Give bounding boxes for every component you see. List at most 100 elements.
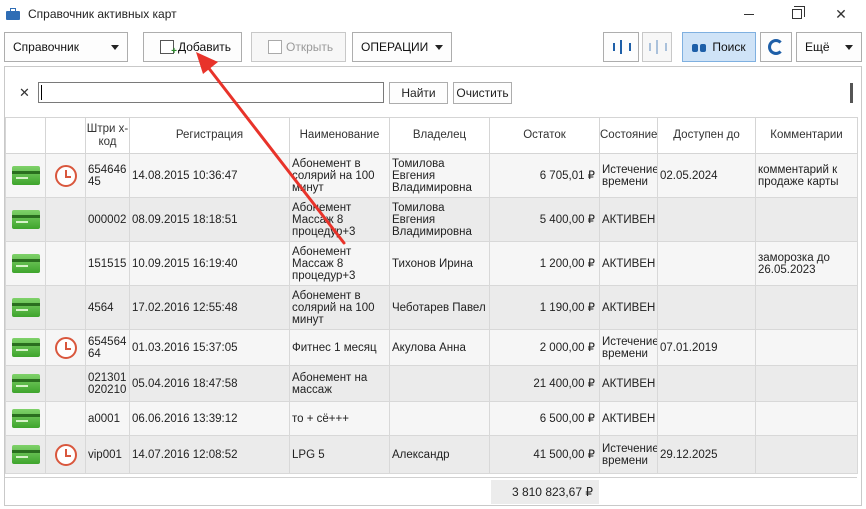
owner-cell (389, 401, 490, 436)
card-icon (11, 254, 40, 273)
find-button[interactable]: Найти (389, 82, 448, 104)
barcode-cell: 654646 45 (85, 153, 130, 198)
card-icon (11, 374, 40, 393)
registered-cell: 01.03.2016 15:37:05 (129, 329, 290, 366)
table-row[interactable]: vip001 14.07.2016 12:08:52 LPG 5 Александр 4… (5, 435, 858, 474)
search-input[interactable] (38, 82, 384, 103)
name-cell: Абонемент на массаж (289, 365, 390, 402)
scrollbar[interactable] (850, 83, 853, 103)
refresh-icon (768, 39, 784, 55)
expiry-cell (45, 241, 86, 286)
table-row[interactable]: 151515 10.09.2015 16:19:40 Абонемент Масса… (5, 241, 858, 286)
collapse-view-icon (649, 40, 667, 54)
column-header-comment[interactable]: Комментарии (755, 117, 858, 154)
table-row[interactable]: a0001 06.06.2016 13:39:12 то + сё+++ 6 500,… (5, 401, 858, 436)
collapse-view-button[interactable] (642, 32, 672, 62)
table-header: Штри х-код Регистрация Наименование Влад… (5, 117, 858, 154)
available-until-cell (657, 241, 756, 286)
balance-cell: 2 000,00 ₽ (489, 329, 600, 366)
directory-dropdown[interactable]: Справочник (4, 32, 128, 62)
minimize-button[interactable] (726, 0, 772, 28)
operations-dropdown[interactable]: ОПЕРАЦИИ (352, 32, 452, 62)
close-button[interactable]: ✕ (818, 0, 864, 28)
card-icon (11, 166, 40, 185)
balance-cell: 41 500,00 ₽ (489, 435, 600, 474)
split-view-button[interactable] (603, 32, 639, 62)
owner-cell: Александр (389, 435, 490, 474)
card-icon (11, 409, 40, 428)
close-filter-icon[interactable]: ✕ (19, 85, 30, 101)
text-cursor (41, 85, 42, 100)
card-cell (5, 435, 46, 474)
card-cell (5, 401, 46, 436)
refresh-button[interactable] (760, 32, 792, 62)
open-button-label: Открыть (286, 40, 334, 54)
column-header-owner[interactable]: Владелец (389, 117, 490, 154)
registered-cell: 14.08.2015 10:36:47 (129, 153, 290, 198)
minimize-icon (744, 13, 754, 15)
column-header-available-until[interactable]: Доступен до (657, 117, 756, 154)
column-header-status[interactable]: Состояние (599, 117, 658, 154)
balance-cell: 1 200,00 ₽ (489, 241, 600, 286)
more-dropdown[interactable]: Ещё (796, 32, 862, 62)
comment-cell (755, 329, 858, 366)
barcode-cell: 021301 020210 (85, 365, 130, 402)
owner-cell: Томилова Евгения Владимировна (389, 197, 490, 242)
barcode-cell: 654564 64 (85, 329, 130, 366)
balance-cell: 6 500,00 ₽ (489, 401, 600, 436)
expiry-cell (45, 153, 86, 198)
clear-button[interactable]: Очистить (453, 82, 512, 104)
add-button[interactable]: + Добавить (143, 32, 242, 62)
barcode-cell: 000002 (85, 197, 130, 242)
comment-cell (755, 401, 858, 436)
status-cell: АКТИВЕН (599, 365, 658, 402)
name-cell: Абонемент Массаж 8 процедур+3 (289, 197, 390, 242)
column-header-registered[interactable]: Регистрация (129, 117, 290, 154)
column-header-card-icon[interactable] (5, 117, 46, 154)
open-button[interactable]: Открыть (251, 32, 346, 62)
status-cell: АКТИВЕН (599, 285, 658, 330)
name-cell: Фитнес 1 месяц (289, 329, 390, 366)
clock-icon (54, 164, 77, 187)
balance-cell: 21 400,00 ₽ (489, 365, 600, 402)
briefcase-icon (6, 8, 20, 20)
maximize-button[interactable] (774, 0, 820, 28)
owner-cell: Чеботарев Павел (389, 285, 490, 330)
table-row[interactable]: 654564 64 01.03.2016 15:37:05 Фитнес 1 мес… (5, 329, 858, 366)
binoculars-icon (692, 42, 707, 52)
available-until-cell: 02.05.2024 (657, 153, 756, 198)
comment-cell (755, 197, 858, 242)
search-toggle-button[interactable]: Поиск (682, 32, 756, 62)
expiry-cell (45, 285, 86, 330)
table-row[interactable]: 654646 45 14.08.2015 10:36:47 Абонемент в … (5, 153, 858, 198)
expiry-cell (45, 197, 86, 242)
comment-cell (755, 435, 858, 474)
column-header-barcode[interactable]: Штри х-код (85, 117, 130, 154)
status-cell: АКТИВЕН (599, 197, 658, 242)
clock-icon (54, 336, 77, 359)
status-cell: Истечение времени (599, 329, 658, 366)
owner-cell: Тихонов Ирина (389, 241, 490, 286)
available-until-cell (657, 365, 756, 402)
registered-cell: 05.04.2016 18:47:58 (129, 365, 290, 402)
available-until-cell (657, 285, 756, 330)
directory-dropdown-label: Справочник (13, 40, 79, 54)
column-header-balance[interactable]: Остаток (489, 117, 600, 154)
card-cell (5, 241, 46, 286)
column-header-name[interactable]: Наименование (289, 117, 390, 154)
column-header-expiry-icon[interactable] (45, 117, 86, 154)
barcode-cell: 151515 (85, 241, 130, 286)
table-row[interactable]: 021301 020210 05.04.2016 18:47:58 Абонемен… (5, 365, 858, 402)
table-footer: 3 810 823,67 ₽ (5, 477, 857, 505)
table-row[interactable]: 000002 08.09.2015 18:18:51 Абонемент Масса… (5, 197, 858, 242)
window-title: Справочник активных карт (28, 7, 177, 21)
expiry-cell (45, 365, 86, 402)
title-bar: Справочник активных карт ✕ (0, 0, 866, 28)
add-button-label: Добавить (178, 40, 232, 54)
card-icon (11, 210, 40, 229)
barcode-cell: 4564 (85, 285, 130, 330)
table-row[interactable]: 4564 17.02.2016 12:55:48 Абонемент в соляр… (5, 285, 858, 330)
chevron-down-icon (845, 45, 853, 50)
chevron-down-icon (111, 45, 119, 50)
registered-cell: 17.02.2016 12:55:48 (129, 285, 290, 330)
